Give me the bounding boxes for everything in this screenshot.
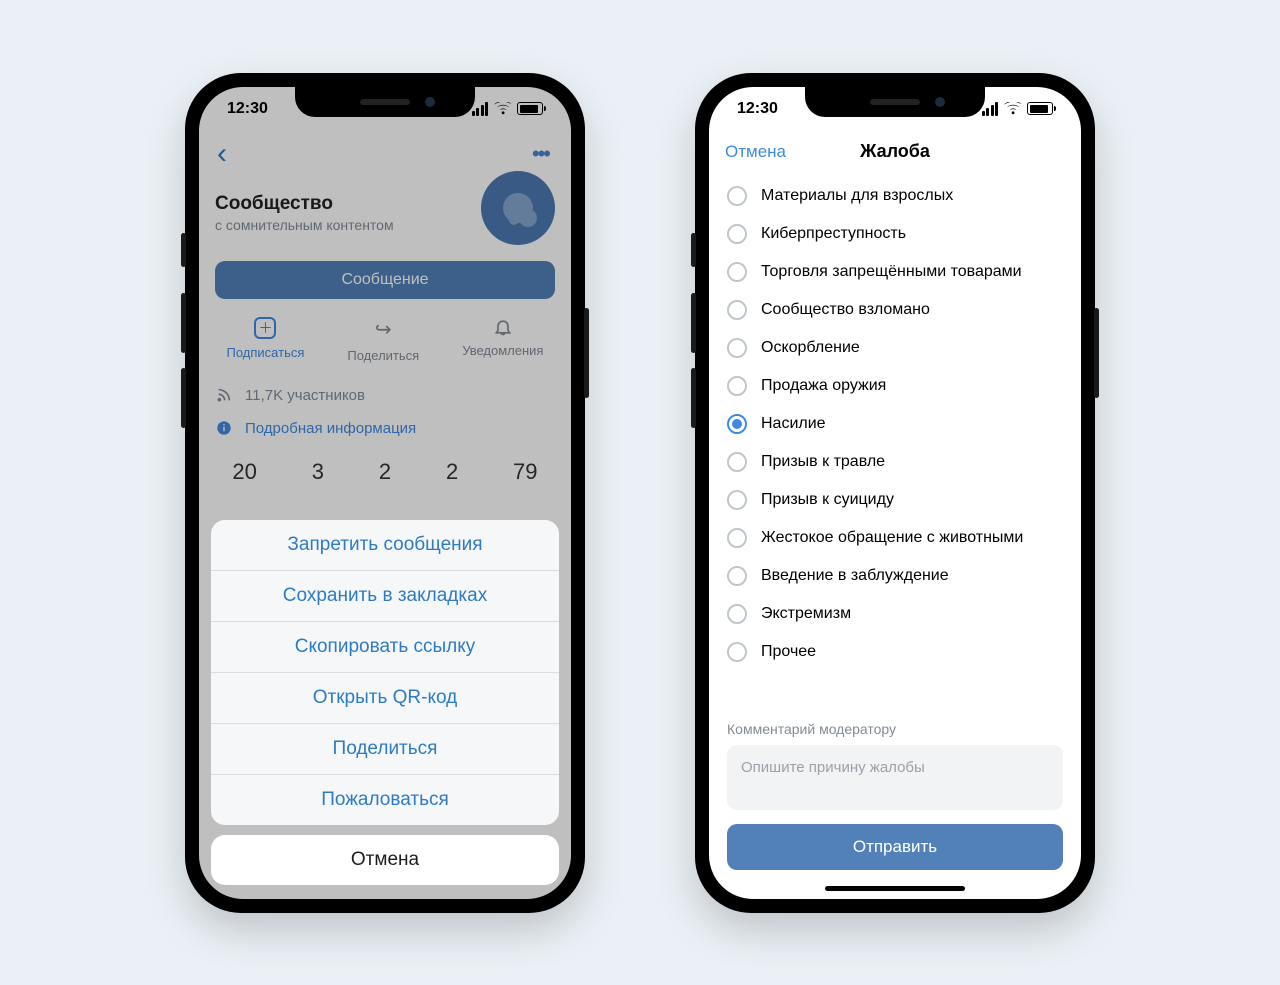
radio-icon	[727, 642, 747, 662]
phone-right: 12:30 Отмена Жалоба Материалы для взросл…	[695, 73, 1095, 913]
reason-label: Жестокое обращение с животными	[761, 529, 1023, 547]
sheet-item[interactable]: Сохранить в закладках	[211, 570, 559, 621]
page-title: Жалоба	[860, 141, 930, 162]
wifi-icon	[1004, 102, 1021, 115]
reason-row[interactable]: Оскорбление	[709, 329, 1081, 367]
reason-row[interactable]: Торговля запрещёнными товарами	[709, 253, 1081, 291]
sheet-item[interactable]: Поделиться	[211, 723, 559, 774]
device-button	[1094, 308, 1099, 398]
reason-row[interactable]: Призыв к суициду	[709, 481, 1081, 519]
sheet-cancel[interactable]: Отмена	[211, 835, 559, 885]
reason-row[interactable]: Прочее	[709, 633, 1081, 671]
reason-label: Продажа оружия	[761, 377, 886, 395]
cancel-button[interactable]: Отмена	[725, 142, 786, 162]
reason-label: Прочее	[761, 643, 816, 661]
battery-icon	[1027, 102, 1053, 115]
radio-icon	[727, 186, 747, 206]
reason-label: Оскорбление	[761, 339, 860, 357]
signal-icon	[472, 102, 489, 116]
sheet-item[interactable]: Открыть QR-код	[211, 672, 559, 723]
status-time: 12:30	[737, 100, 778, 118]
device-button	[691, 368, 696, 428]
comment-input[interactable]: Опишите причину жалобы	[727, 745, 1063, 810]
sheet-item[interactable]: Скопировать ссылку	[211, 621, 559, 672]
device-button	[691, 233, 696, 267]
reason-row[interactable]: Насилие	[709, 405, 1081, 443]
radio-icon	[727, 414, 747, 434]
reason-row[interactable]: Киберпреступность	[709, 215, 1081, 253]
comment-label: Комментарий модератору	[727, 721, 1063, 737]
action-sheet: Запретить сообщенияСохранить в закладках…	[211, 520, 559, 885]
home-indicator[interactable]	[825, 886, 965, 891]
phone-left: 12:30 ‹ ••• Сообщество с сомнительным ко…	[185, 73, 585, 913]
reason-row[interactable]: Материалы для взрослых	[709, 177, 1081, 215]
wifi-icon	[494, 102, 511, 115]
reason-label: Насилие	[761, 415, 826, 433]
radio-icon	[727, 528, 747, 548]
sheet-item[interactable]: Запретить сообщения	[211, 520, 559, 570]
status-time: 12:30	[227, 100, 268, 118]
reason-row[interactable]: Жестокое обращение с животными	[709, 519, 1081, 557]
radio-icon	[727, 604, 747, 624]
reason-label: Экстремизм	[761, 605, 851, 623]
radio-icon	[727, 376, 747, 396]
sheet-item[interactable]: Пожаловаться	[211, 774, 559, 825]
battery-icon	[517, 102, 543, 115]
device-button	[691, 293, 696, 353]
radio-icon	[727, 452, 747, 472]
reason-label: Торговля запрещёнными товарами	[761, 263, 1022, 281]
radio-icon	[727, 490, 747, 510]
reason-row[interactable]: Сообщество взломано	[709, 291, 1081, 329]
signal-icon	[982, 102, 999, 116]
device-button	[181, 293, 186, 353]
reason-label: Призыв к травле	[761, 453, 885, 471]
device-button	[181, 368, 186, 428]
radio-icon	[727, 224, 747, 244]
device-button	[181, 233, 186, 267]
reason-row[interactable]: Призыв к травле	[709, 443, 1081, 481]
reason-label: Введение в заблуждение	[761, 567, 949, 585]
reason-label: Сообщество взломано	[761, 301, 930, 319]
radio-icon	[727, 262, 747, 282]
device-button	[584, 308, 589, 398]
notch	[295, 87, 475, 117]
reason-label: Призыв к суициду	[761, 491, 894, 509]
notch	[805, 87, 985, 117]
reason-row[interactable]: Экстремизм	[709, 595, 1081, 633]
reason-row[interactable]: Продажа оружия	[709, 367, 1081, 405]
reason-label: Киберпреступность	[761, 225, 906, 243]
radio-icon	[727, 338, 747, 358]
radio-icon	[727, 300, 747, 320]
reason-row[interactable]: Введение в заблуждение	[709, 557, 1081, 595]
reason-label: Материалы для взрослых	[761, 187, 953, 205]
radio-icon	[727, 566, 747, 586]
submit-button[interactable]: Отправить	[727, 824, 1063, 870]
